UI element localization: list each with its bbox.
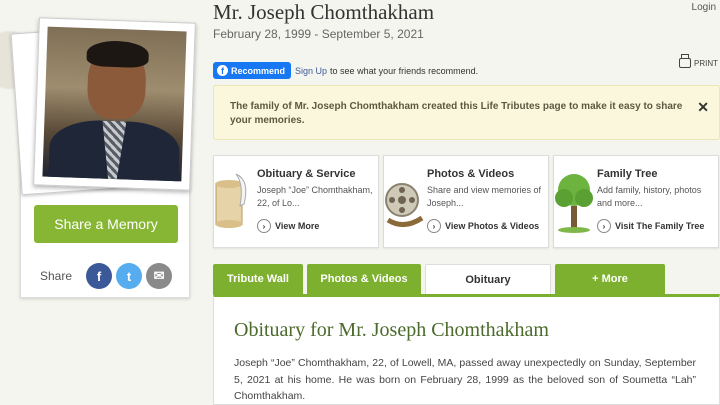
tab-tribute-wall[interactable]: Tribute Wall [213, 264, 303, 294]
tab-obituary[interactable]: Obituary [425, 264, 551, 295]
profile-photo-frame [33, 17, 196, 191]
email-share-icon[interactable]: ✉ [146, 263, 173, 289]
tree-icon [555, 174, 593, 233]
card-title: Family Tree [597, 168, 658, 180]
obituary-title: Obituary for Mr. Joseph Chomthakham [234, 319, 549, 341]
facebook-signup-link[interactable]: Sign Up [295, 66, 327, 76]
tab-more[interactable]: + More [555, 264, 665, 294]
notice-banner: The family of Mr. Joseph Chomthakham cre… [213, 85, 720, 140]
card-title: Photos & Videos [427, 168, 515, 180]
recommend-label: Recommend [231, 65, 286, 76]
life-dates: February 28, 1999 - September 5, 2021 [213, 27, 424, 41]
profile-photo [42, 26, 187, 182]
facebook-recommend-button[interactable]: f Recommend [213, 62, 292, 79]
obituary-text: Joseph “Joe” Chomthakham, 22, of Lowell,… [234, 357, 696, 402]
chevron-right-icon: › [597, 219, 611, 233]
link-label: View More [275, 221, 320, 231]
share-label: Share [40, 269, 73, 283]
obituary-content: Obituary for Mr. Joseph Chomthakham Jose… [213, 294, 720, 405]
film-reel-icon [385, 183, 424, 227]
chevron-right-icon: › [427, 219, 441, 233]
page-title: Mr. Joseph Chomthakham [213, 0, 435, 24]
facebook-share-icon[interactable]: f [86, 263, 113, 289]
scroll-quill-icon [215, 173, 247, 228]
card-title: Obituary & Service [257, 168, 356, 180]
close-icon[interactable]: ✕ [697, 100, 709, 114]
chevron-right-icon: › [257, 219, 271, 233]
notice-text: The family of Mr. Joseph Chomthakham cre… [230, 101, 683, 126]
login-link[interactable]: Login [692, 2, 716, 13]
obituary-service-card[interactable]: Obituary & Service Joseph “Joe” Chomthak… [213, 155, 379, 248]
print-button[interactable]: PRINT [679, 54, 718, 68]
facebook-text: to see what your friends recommend. [330, 65, 479, 76]
view-more-link[interactable]: › View More [257, 219, 319, 233]
share-row: Share f t ✉ [40, 263, 173, 289]
share-memory-button[interactable]: Share a Memory [34, 205, 178, 243]
twitter-share-icon[interactable]: t [116, 263, 143, 289]
card-description: Add family, history, photos and more... [597, 185, 702, 208]
print-label: PRINT [694, 58, 718, 68]
link-label: View Photos & Videos [445, 221, 540, 231]
photos-videos-card[interactable]: Photos & Videos Share and view memories … [383, 155, 549, 248]
tab-photos-videos[interactable]: Photos & Videos [307, 264, 421, 294]
card-description: Share and view memories of Joseph... [427, 185, 542, 208]
view-photos-videos-link[interactable]: › View Photos & Videos [427, 219, 539, 233]
card-description: Joseph “Joe” Chomthakham, 22, of Lo... [257, 185, 373, 208]
family-tree-card[interactable]: Family Tree Add family, history, photos … [553, 155, 719, 248]
visit-family-tree-link[interactable]: › Visit The Family Tree [597, 219, 704, 233]
facebook-icon: f [217, 65, 228, 76]
facebook-recommend-row: f Recommend Sign Up to see what your fri… [213, 62, 478, 79]
link-label: Visit The Family Tree [615, 221, 705, 231]
printer-icon [679, 54, 691, 68]
